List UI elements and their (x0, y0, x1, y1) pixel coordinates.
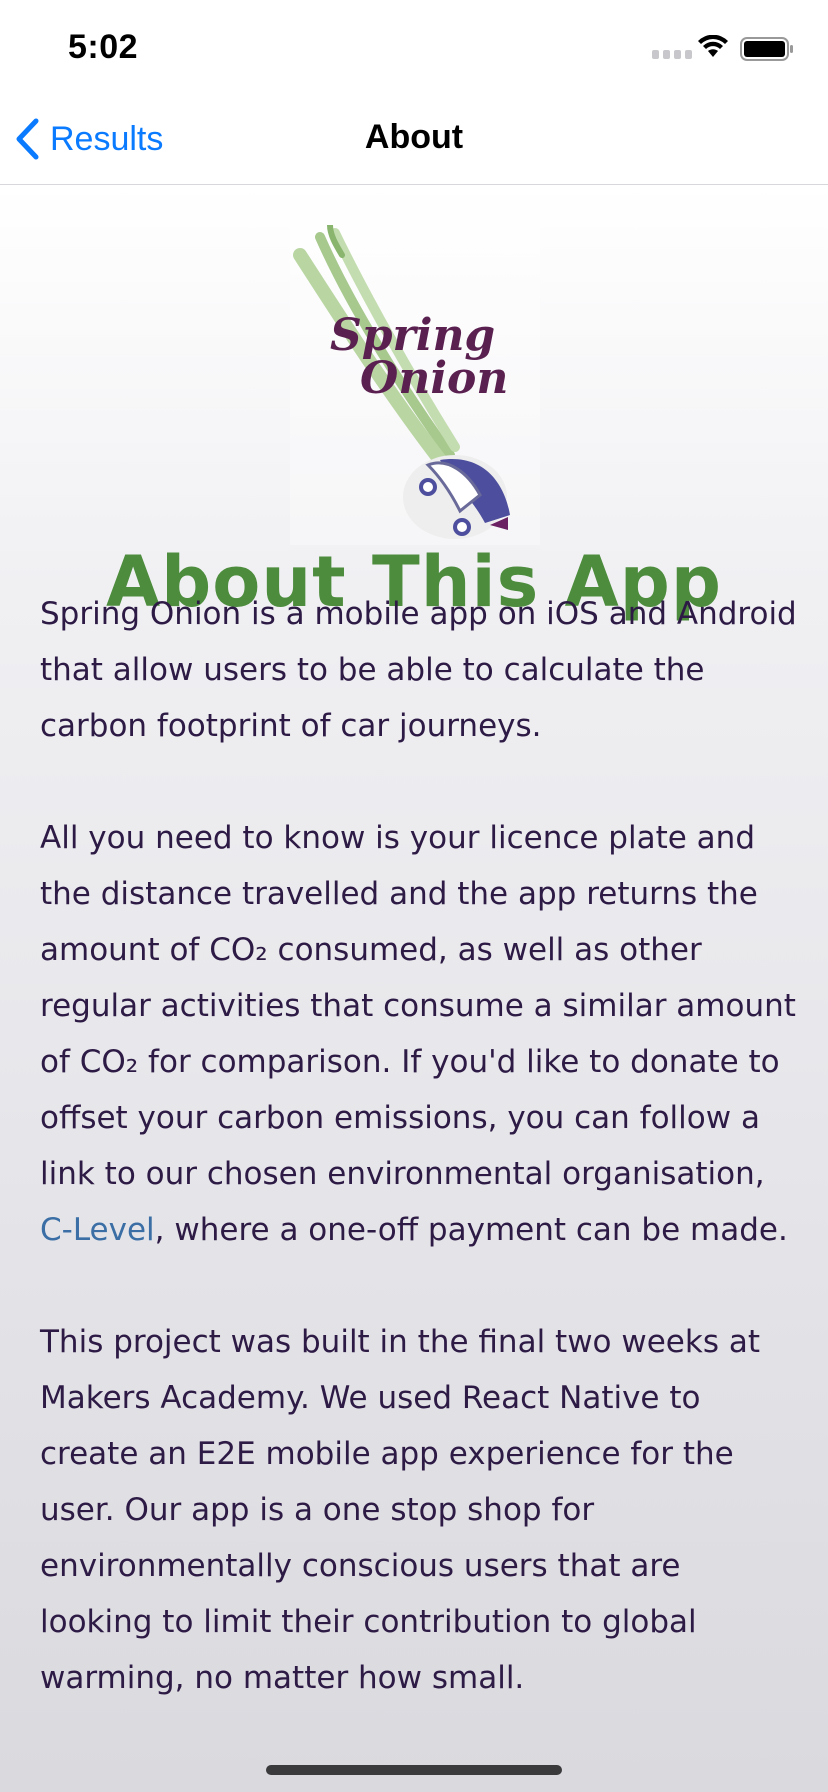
status-time: 5:02 (68, 28, 139, 66)
page-title: About (364, 118, 464, 156)
status-bar: 5:02 (0, 0, 828, 92)
home-indicator[interactable] (266, 1765, 562, 1775)
paragraph-project: This project was built in the final two … (40, 1324, 760, 1696)
scroll-content[interactable]: Spring Onion About This App Spring Onion… (0, 185, 828, 1792)
wifi-icon (698, 35, 728, 57)
cellular-signal-icon (652, 50, 692, 59)
about-body: Spring Onion is a mobile app on iOS and … (40, 586, 800, 1762)
navigation-bar: Results About (0, 92, 828, 185)
battery-icon (740, 37, 793, 61)
paragraph-intro: Spring Onion is a mobile app on iOS and … (40, 596, 797, 744)
paragraph-how-it-works: All you need to know is your licence pla… (40, 810, 800, 1258)
paragraph-text: , where a one-off payment can be made. (154, 1212, 788, 1248)
spring-onion-logo: Spring Onion (290, 225, 540, 545)
paragraph-text: All you need to know is your licence pla… (40, 820, 796, 1192)
logo-text-onion: Onion (360, 353, 508, 404)
c-level-link[interactable]: C-Level (40, 1212, 155, 1248)
